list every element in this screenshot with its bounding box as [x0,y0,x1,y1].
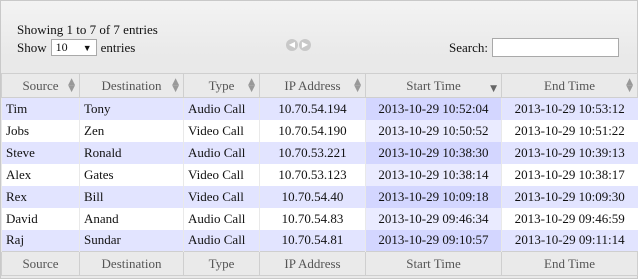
cell-type: Audio Call [183,207,260,230]
previous-page-icon[interactable]: ◀ [286,39,298,51]
length-control: Show 10 ▼ entries [17,39,135,56]
search-control: Search: [449,38,619,57]
cell-destination: Tony [79,97,184,120]
column-header-ip-address[interactable]: IP Address ▲ ▼ [259,73,366,98]
search-label: Search: [449,39,488,55]
datatable-widget: Showing 1 to 7 of 7 entries Show 10 ▼ en… [0,0,638,279]
cell-source: Steve [1,141,80,164]
sort-both-icon: ▲ ▼ [68,77,75,94]
table-row[interactable]: David Anand Audio Call 10.70.54.83 2013-10-2… [1,207,638,230]
cell-start-time: 2013-10-29 10:50:52 [365,119,502,142]
cell-start-time: 2013-10-29 10:38:30 [365,141,502,164]
cell-ip-address: 10.70.53.221 [259,141,366,164]
cell-start-time: 2013-10-29 09:10:57 [365,229,502,252]
cell-source: Alex [1,163,80,186]
cell-destination: Ronald [79,141,184,164]
cell-end-time: 2013-10-29 09:46:59 [501,207,638,230]
cell-type: Video Call [183,119,260,142]
length-label: Show [17,39,47,55]
column-header-label: Start Time [406,77,461,93]
cell-type: Audio Call [183,141,260,164]
table-row[interactable]: Raj Sundar Audio Call 10.70.54.81 2013-10-29… [1,229,638,252]
cell-destination: Zen [79,119,184,142]
cell-end-time: 2013-10-29 10:53:12 [501,97,638,120]
sort-both-icon: ▲ ▼ [248,77,255,94]
cell-destination: Gates [79,163,184,186]
cell-destination: Sundar [79,229,184,252]
cell-source: Rex [1,185,80,208]
cell-type: Video Call [183,163,260,186]
column-header-end-time[interactable]: End Time ▲ ▼ [501,73,638,98]
cell-ip-address: 10.70.54.40 [259,185,366,208]
entries-per-page-value: 10 [55,40,68,54]
cell-end-time: 2013-10-29 10:09:30 [501,185,638,208]
cell-end-time: 2013-10-29 10:38:17 [501,163,638,186]
table-row[interactable]: Alex Gates Video Call 10.70.53.123 2013-10-2… [1,163,638,186]
column-footer-end-time: End Time [501,251,638,276]
column-footer-source: Source [1,251,80,276]
cell-end-time: 2013-10-29 09:11:14 [501,229,638,252]
table-row[interactable]: Tim Tony Audio Call 10.70.54.194 2013-10-29 … [1,97,638,120]
cell-destination: Anand [79,207,184,230]
cell-start-time: 2013-10-29 10:09:18 [365,185,502,208]
entries-label: entries [100,39,136,55]
column-header-label: Type [208,77,235,93]
sort-both-icon: ▲ ▼ [172,77,179,94]
column-footer-type: Type [183,251,260,276]
sort-both-icon: ▲ ▼ [626,77,633,94]
header-row: Source ▲ ▼ Destination ▲ ▼ Type ▲ ▼ IP Address ▲ ▼ S… [1,73,638,98]
cell-end-time: 2013-10-29 10:39:13 [501,141,638,164]
column-header-label: Destination [101,77,162,93]
cell-start-time: 2013-10-29 10:38:14 [365,163,502,186]
search-input[interactable] [491,38,619,57]
table-row[interactable]: Jobs Zen Video Call 10.70.54.190 2013-10-29 … [1,119,638,142]
column-footer-start-time: Start Time [365,251,502,276]
footer-row: Source Destination Type IP Address Start Tim… [1,251,638,276]
column-footer-destination: Destination [79,251,184,276]
column-header-source[interactable]: Source ▲ ▼ [1,73,80,98]
cell-start-time: 2013-10-29 10:52:04 [365,97,502,120]
entries-per-page-select[interactable]: 10 ▼ [50,39,97,56]
cell-source: Jobs [1,119,80,142]
column-header-destination[interactable]: Destination ▲ ▼ [79,73,184,98]
chevron-down-icon: ▼ [82,42,92,53]
table-row[interactable]: Rex Bill Video Call 10.70.54.40 2013-10-29 1… [1,185,638,208]
cell-ip-address: 10.70.54.190 [259,119,366,142]
table-body: Tim Tony Audio Call 10.70.54.194 2013-10-29 … [1,97,638,252]
cell-source: Tim [1,97,80,120]
column-header-label: Source [22,77,59,93]
sort-desc-icon: ▼ [490,84,497,94]
column-header-type[interactable]: Type ▲ ▼ [183,73,260,98]
cell-ip-address: 10.70.54.194 [259,97,366,120]
sort-both-icon: ▲ ▼ [354,77,361,94]
table-row[interactable]: Steve Ronald Audio Call 10.70.53.221 2013-10… [1,141,638,164]
cell-source: Raj [1,229,80,252]
cell-type: Audio Call [183,229,260,252]
table-info: Showing 1 to 7 of 7 entries [17,22,158,37]
cell-ip-address: 10.70.54.83 [259,207,366,230]
cell-ip-address: 10.70.53.123 [259,163,366,186]
column-header-label: IP Address [284,77,341,93]
column-footer-ip-address: IP Address [259,251,366,276]
cell-end-time: 2013-10-29 10:51:22 [501,119,638,142]
cell-type: Audio Call [183,97,260,120]
cell-source: David [1,207,80,230]
next-page-icon[interactable]: ▶ [299,39,311,51]
cell-destination: Bill [79,185,184,208]
call-log-table: Source ▲ ▼ Destination ▲ ▼ Type ▲ ▼ IP Address ▲ ▼ S… [1,73,638,276]
cell-type: Video Call [183,185,260,208]
cell-ip-address: 10.70.54.81 [259,229,366,252]
cell-start-time: 2013-10-29 09:46:34 [365,207,502,230]
pagination: ◀ ▶ [286,39,311,51]
column-header-start-time[interactable]: Start Time ▼ [365,73,502,98]
column-header-label: End Time [544,77,595,93]
